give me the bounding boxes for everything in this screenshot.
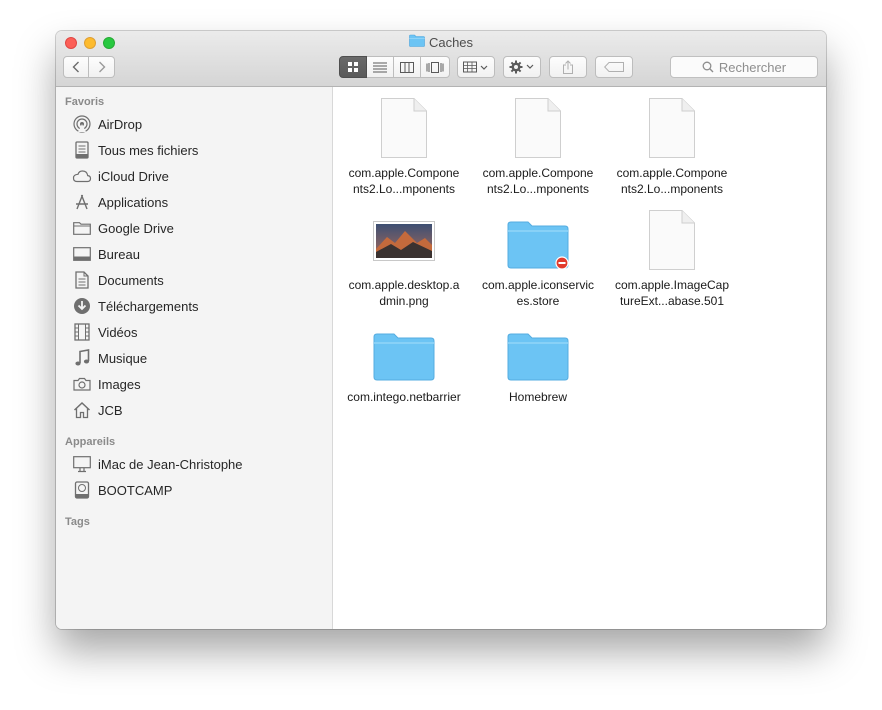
column-view-icon	[400, 61, 414, 73]
file-name: com.apple.Components2.Lo...mponents	[616, 166, 728, 196]
sidebar-item-label: Images	[98, 376, 141, 392]
arrange-button[interactable]	[457, 56, 495, 78]
tags-heading: Tags	[65, 516, 90, 528]
list-view-button[interactable]	[367, 56, 394, 78]
file-name: com.apple.ImageCaptureExt...abase.501	[614, 278, 730, 308]
file-name: com.apple.Components2.Lo...mponents	[482, 166, 594, 196]
sidebar-item-all-files[interactable]: Tous mes fichiers	[72, 139, 198, 161]
action-button[interactable]	[503, 56, 541, 78]
sidebar-item-downloads[interactable]: Téléchargements	[72, 295, 198, 317]
sidebar-item-pictures[interactable]: Images	[72, 373, 141, 395]
coverflow-view-icon	[426, 61, 444, 73]
sidebar: Favoris AirDrop Tous mes fichiers iCloud…	[56, 87, 333, 629]
list-view-icon	[373, 62, 387, 72]
sidebar-item-movies[interactable]: Vidéos	[72, 321, 138, 343]
folder-icon	[72, 218, 92, 238]
sidebar-item-label: Musique	[98, 350, 148, 366]
arrange-icon	[463, 61, 488, 73]
file-item[interactable]: com.intego.netbarrier	[337, 315, 471, 405]
sidebar-item-airdrop[interactable]: AirDrop	[72, 113, 142, 135]
file-grid: com.apple.Components2.Lo...mponents com.…	[334, 87, 826, 629]
file-item[interactable]: com.apple.desktop.admin.png	[337, 203, 471, 309]
sidebar-item-applications[interactable]: Applications	[72, 191, 168, 213]
favorites-heading: Favoris	[65, 96, 105, 108]
sidebar-item-desktop[interactable]: Bureau	[72, 243, 140, 265]
document-icon	[471, 91, 605, 159]
icon-view-button[interactable]	[339, 56, 367, 78]
downloads-icon	[72, 296, 92, 316]
music-icon	[72, 348, 92, 368]
sidebar-item-label: Bureau	[98, 246, 140, 262]
all-files-icon	[72, 140, 92, 160]
movies-icon	[72, 322, 92, 342]
sidebar-item-label: Vidéos	[98, 324, 138, 340]
sidebar-item-imac[interactable]: iMac de Jean-Christophe	[72, 453, 243, 475]
gear-icon	[509, 60, 534, 74]
share-icon	[563, 60, 573, 74]
tag-icon	[604, 62, 624, 72]
folder-icon	[409, 34, 425, 52]
sidebar-item-documents[interactable]: Documents	[72, 269, 164, 291]
disk-icon	[72, 480, 92, 500]
sidebar-item-label: iMac de Jean-Christophe	[98, 456, 243, 472]
camera-icon	[72, 374, 92, 394]
share-button[interactable]	[549, 56, 587, 78]
desktop-icon	[72, 244, 92, 264]
sidebar-item-music[interactable]: Musique	[72, 347, 147, 369]
search-field[interactable]: Rechercher	[670, 56, 818, 78]
cloud-icon	[72, 166, 92, 186]
folder-icon	[471, 315, 605, 383]
applications-icon	[72, 192, 92, 212]
document-icon	[337, 91, 471, 159]
sidebar-item-label: Téléchargements	[98, 298, 199, 314]
sidebar-item-label: JCB	[98, 402, 123, 418]
file-name: Homebrew	[508, 390, 568, 404]
document-icon	[605, 203, 739, 271]
finder-window: Caches Rechercher Favoris AirDrop Tous m…	[56, 31, 826, 629]
file-item[interactable]: com.apple.Components2.Lo...mponents	[471, 91, 605, 197]
coverflow-view-button[interactable]	[421, 56, 450, 78]
documents-icon	[72, 270, 92, 290]
chevron-right-icon	[98, 61, 105, 73]
document-icon	[605, 91, 739, 159]
file-item[interactable]: com.apple.ImageCaptureExt...abase.501	[605, 203, 739, 309]
home-icon	[72, 400, 92, 420]
window-title: Caches	[428, 35, 474, 50]
file-name: com.apple.Components2.Lo...mponents	[348, 166, 460, 196]
image-thumbnail-icon	[337, 203, 471, 271]
sidebar-item-label: Google Drive	[98, 220, 174, 236]
back-button[interactable]	[63, 56, 89, 78]
search-placeholder: Rechercher	[718, 59, 787, 75]
restricted-folder-icon	[471, 203, 605, 271]
file-name: com.intego.netbarrier	[347, 390, 461, 404]
sidebar-item-bootcamp[interactable]: BOOTCAMP	[72, 479, 172, 501]
sidebar-item-label: BOOTCAMP	[98, 482, 173, 498]
chevron-left-icon	[72, 61, 79, 73]
file-item[interactable]: com.apple.Components2.Lo...mponents	[337, 91, 471, 197]
sidebar-item-label: Tous mes fichiers	[98, 142, 199, 158]
sidebar-item-label: Documents	[98, 272, 164, 288]
devices-heading: Appareils	[65, 436, 116, 448]
sidebar-item-label: AirDrop	[98, 116, 143, 132]
folder-icon	[337, 315, 471, 383]
sidebar-item-google-drive[interactable]: Google Drive	[72, 217, 174, 239]
file-item[interactable]: com.apple.Components2.Lo...mponents	[605, 91, 739, 197]
titlebar: Caches Rechercher	[56, 31, 826, 87]
tags-button[interactable]	[595, 56, 633, 78]
airdrop-icon	[72, 114, 92, 134]
forward-button[interactable]	[89, 56, 115, 78]
sidebar-item-label: iCloud Drive	[98, 168, 169, 184]
file-name: com.apple.iconservices.store	[481, 278, 595, 308]
file-item[interactable]: Homebrew	[471, 315, 605, 405]
file-item[interactable]: com.apple.iconservices.store	[471, 203, 605, 309]
column-view-button[interactable]	[394, 56, 421, 78]
imac-icon	[72, 454, 92, 474]
file-name: com.apple.desktop.admin.png	[348, 278, 460, 308]
sidebar-item-icloud-drive[interactable]: iCloud Drive	[72, 165, 169, 187]
sidebar-item-label: Applications	[98, 194, 169, 210]
window-title-area: Caches	[56, 34, 826, 52]
sidebar-item-home[interactable]: JCB	[72, 399, 123, 421]
search-icon	[702, 61, 714, 73]
grid-view-icon	[348, 62, 358, 72]
